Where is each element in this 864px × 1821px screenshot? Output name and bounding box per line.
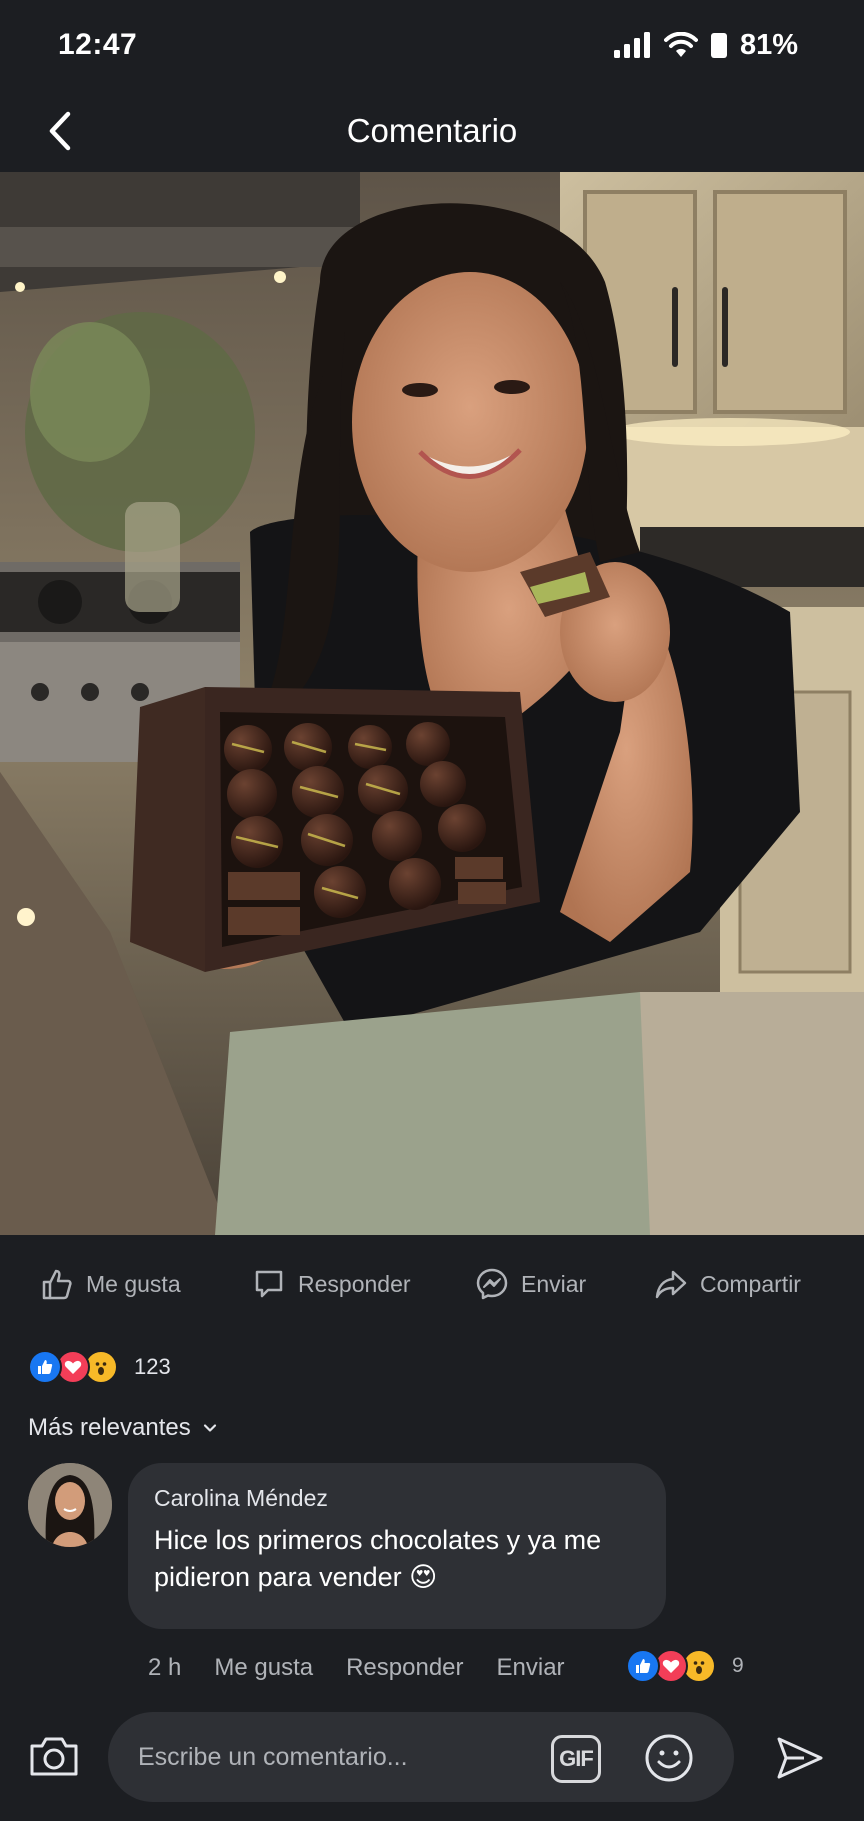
comment-like-button[interactable]: Me gusta	[214, 1654, 313, 1682]
comment-author[interactable]: Carolina Méndez	[154, 1485, 640, 1512]
reactions-summary[interactable]: 123	[28, 1348, 171, 1386]
share-icon	[655, 1270, 687, 1299]
status-icons: 81%	[613, 28, 798, 62]
status-bar: 12:47 81%	[0, 0, 864, 90]
camera-icon[interactable]	[28, 1732, 80, 1780]
wifi-icon	[663, 32, 698, 57]
thumbs-up-icon	[42, 1269, 72, 1300]
comment-reply-button[interactable]: Responder	[346, 1654, 463, 1682]
share-button[interactable]: Compartir	[654, 1267, 801, 1301]
photo-illustration	[0, 172, 864, 1235]
reply-button[interactable]: Responder	[252, 1267, 411, 1301]
like-button-label: Me gusta	[86, 1270, 181, 1297]
sort-label: Más relevantes	[28, 1414, 191, 1441]
comment-meta: 2 h Me gusta Responder Enviar	[148, 1650, 598, 1686]
like-button[interactable]: Me gusta	[40, 1267, 181, 1301]
send-messenger-button[interactable]: Enviar	[475, 1267, 586, 1301]
share-button-label: Compartir	[700, 1270, 801, 1297]
comment-input[interactable]	[138, 1737, 538, 1777]
comment-icon	[255, 1270, 283, 1298]
gif-button[interactable]: GIF	[551, 1735, 601, 1783]
comment-reactions[interactable]: 9	[626, 1649, 744, 1683]
reaction-count: 123	[134, 1354, 171, 1379]
avatar-portrait	[28, 1463, 112, 1547]
send-arrow-icon[interactable]	[774, 1732, 826, 1784]
send-button-label: Enviar	[521, 1270, 587, 1297]
cellular-signal-icon	[613, 32, 650, 58]
like-reaction-icon	[626, 1649, 660, 1683]
reply-button-label: Responder	[298, 1270, 411, 1297]
comment-composer: GIF	[0, 1690, 864, 1821]
battery-icon	[710, 33, 727, 58]
post-photo[interactable]	[0, 172, 864, 1235]
battery-percent: 81%	[739, 28, 798, 61]
page-title: Comentario	[346, 112, 518, 149]
avatar[interactable]	[28, 1463, 112, 1547]
comment-reaction-count: 9	[732, 1654, 744, 1677]
post-actions-row: Me gusta Responder Enviar Compartir	[0, 1258, 864, 1310]
nav-header: Comentario	[0, 90, 864, 172]
comment-send-button[interactable]: Enviar	[497, 1654, 565, 1682]
comment-text: Hice los primeros chocolates y ya me pid…	[154, 1525, 602, 1592]
status-time: 12:47	[58, 28, 138, 61]
comment-bubble[interactable]: Carolina Méndez Hice los primeros chocol…	[128, 1463, 666, 1629]
like-reaction-icon	[28, 1350, 62, 1384]
comment-input-container[interactable]: GIF	[108, 1712, 734, 1802]
sort-dropdown[interactable]: Más relevantes	[28, 1410, 219, 1446]
comment-time: 2 h	[148, 1654, 182, 1681]
chevron-down-icon	[203, 1424, 216, 1432]
back-arrow-icon[interactable]	[40, 108, 86, 154]
messenger-icon	[476, 1268, 508, 1300]
emoji-smile-icon[interactable]	[643, 1732, 695, 1784]
